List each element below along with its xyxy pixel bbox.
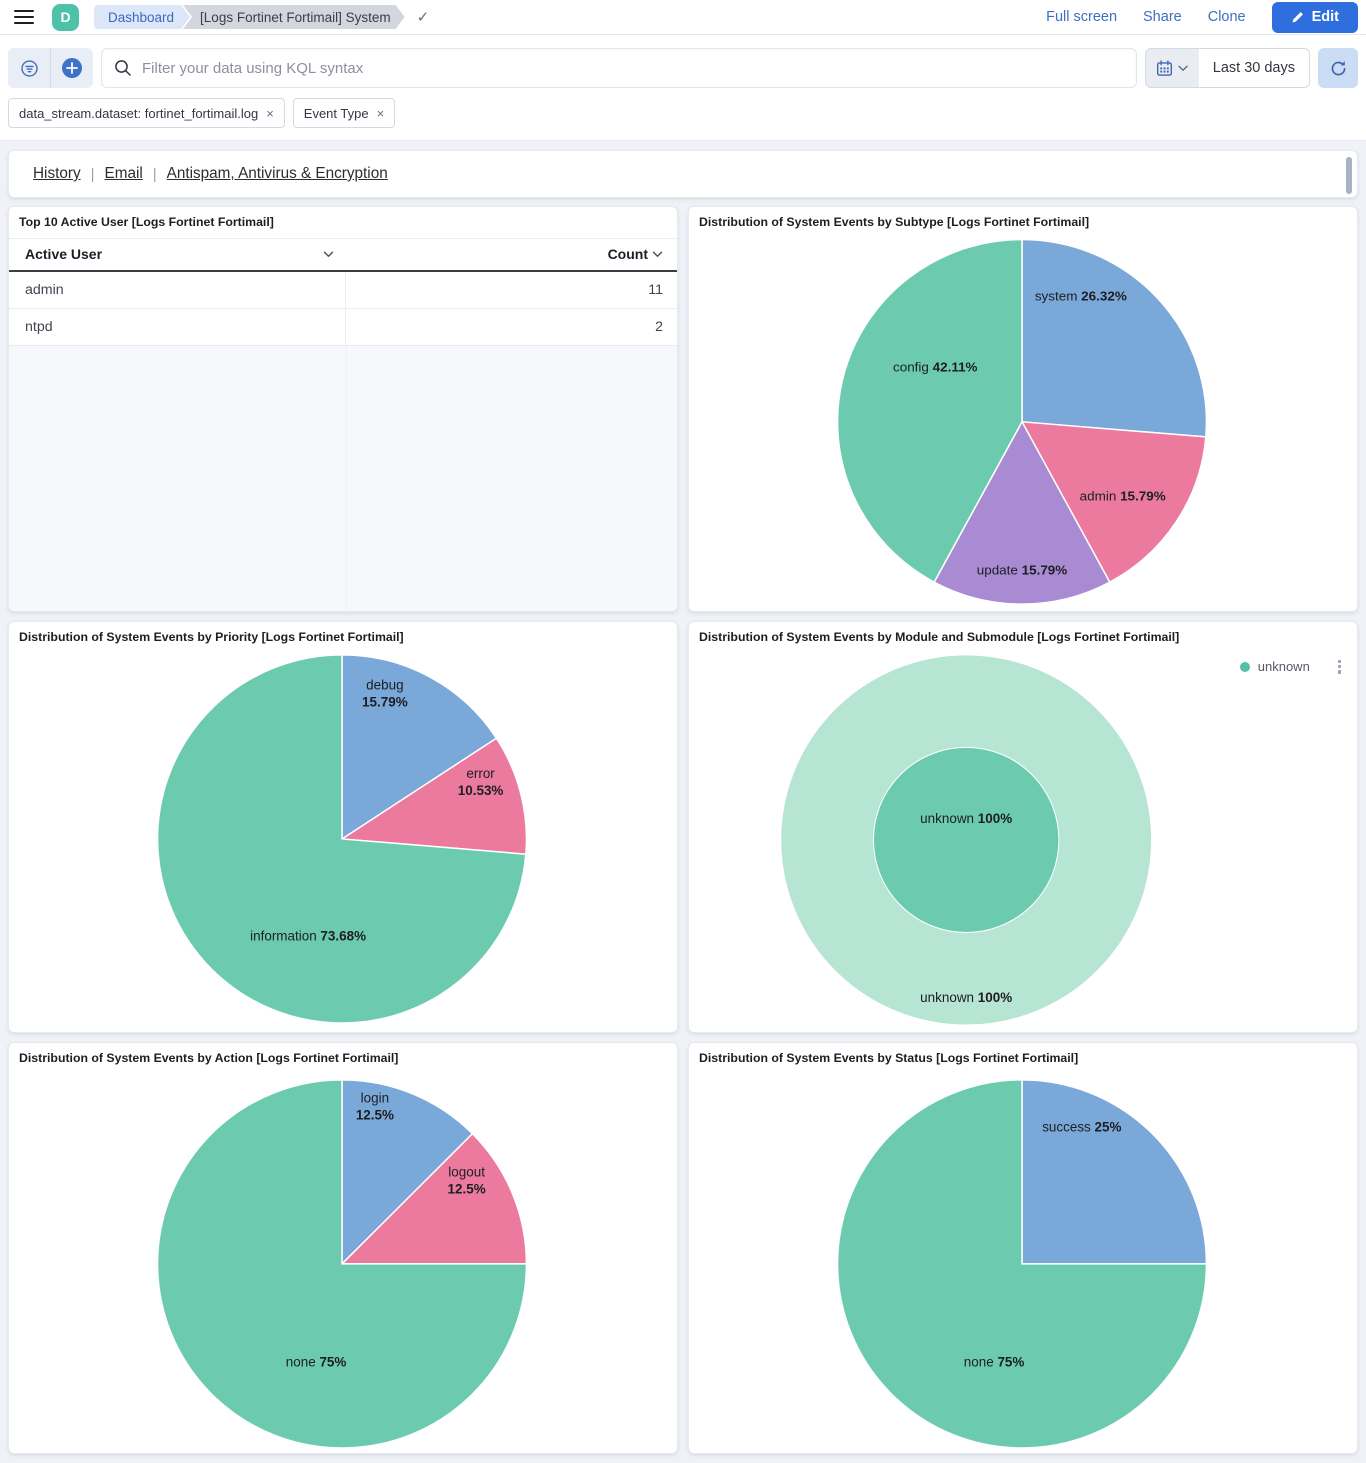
sunburst-ring-unknown[interactable] (873, 747, 1058, 932)
status-chart-svg: success 25% none 75% (689, 1043, 1357, 1453)
markdown-links-panel: History| Email| Antispam, Antivirus & En… (8, 150, 1358, 198)
panel-events-by-status: Distribution of System Events by Status … (688, 1042, 1358, 1454)
panel-title: Top 10 Active User [Logs Fortinet Fortim… (9, 207, 677, 236)
chevron-down-icon (1178, 65, 1188, 72)
pie-slice-system[interactable] (1022, 240, 1206, 437)
panel-title: Distribution of System Events by Status … (689, 1043, 1357, 1072)
legend-options-kebab-icon[interactable] (1336, 658, 1343, 676)
priority-pie-chart[interactable]: debug 15.79% error 10.53% information 73.68% (9, 622, 677, 1032)
chart-slice-label: update 15.79% (977, 563, 1068, 578)
plus-circle-icon (61, 57, 83, 79)
panel-events-by-subtype: Distribution of System Events by Subtype… (688, 206, 1358, 612)
chart-slice-label: unknown 100% (920, 811, 1012, 826)
kql-search-box (101, 48, 1137, 88)
refresh-button[interactable] (1318, 48, 1358, 88)
scrollbar-thumb[interactable] (1346, 157, 1352, 194)
add-filter-button[interactable] (51, 48, 93, 88)
legend-color-dot (1240, 662, 1250, 672)
top-navigation-bar: D Dashboard [Logs Fortinet Fortimail] Sy… (0, 0, 1366, 35)
chevron-down-icon[interactable] (652, 251, 663, 258)
search-icon (114, 59, 132, 77)
saved-check-icon: ✓ (417, 8, 430, 26)
link-antispam[interactable]: Antispam, Antivirus & Encryption (167, 165, 388, 183)
kql-search-input[interactable] (142, 60, 1124, 77)
remove-filter-icon[interactable]: × (377, 106, 385, 121)
panel-title: Distribution of System Events by Module … (689, 622, 1357, 651)
subtype-pie-chart[interactable]: system 26.32% admin 15.79% update 15.79% co… (689, 207, 1357, 611)
column-header-count[interactable]: Count (346, 246, 677, 262)
filter-pill-event-type[interactable]: Event Type× (293, 98, 395, 128)
action-chart-svg: login 12.5% logout 12.5% none 75% (9, 1043, 677, 1453)
panel-top-active-users: Top 10 Active User [Logs Fortinet Fortim… (8, 206, 678, 612)
chart-slice-label: 15.79% (362, 695, 408, 710)
chart-slice-label: none 75% (286, 1354, 347, 1369)
saved-query-filter-icon[interactable] (8, 48, 50, 88)
module-sunburst-chart[interactable]: unknown 100% unknown 100% (689, 622, 1357, 1032)
panel-title: Distribution of System Events by Subtype… (689, 207, 1357, 236)
chart-slice-label: success 25% (1042, 1120, 1121, 1135)
chart-slice-label: debug (366, 678, 403, 693)
table-row: ntpd 2 (9, 309, 677, 346)
action-pie-chart[interactable]: login 12.5% logout 12.5% none 75% (9, 1043, 677, 1453)
chart-slice-label: admin 15.79% (1080, 489, 1166, 504)
dashboard-content: History| Email| Antispam, Antivirus & En… (0, 141, 1366, 1463)
chart-slice-label: none 75% (964, 1354, 1025, 1369)
column-header-active-user[interactable]: Active User (9, 246, 346, 262)
edit-button[interactable]: Edit (1272, 2, 1358, 33)
filter-pills-row: data_stream.dataset: fortinet_fortimail.… (8, 98, 1358, 128)
full-screen-link[interactable]: Full screen (1046, 9, 1117, 25)
breadcrumb: Dashboard [Logs Fortinet Fortimail] Syst… (94, 5, 429, 29)
breadcrumb-current-page[interactable]: [Logs Fortinet Fortimail] System (183, 5, 405, 29)
module-chart-svg: unknown 100% unknown 100% (689, 622, 1357, 1032)
pie-slice-success[interactable] (1022, 1080, 1206, 1264)
table-empty-area (9, 346, 677, 611)
date-picker: Last 30 days (1145, 48, 1310, 88)
panel-title: Distribution of System Events by Action … (9, 1043, 677, 1072)
chevron-down-icon[interactable] (323, 251, 334, 258)
active-users-table: Active User Count admin 11 ntpd 2 (9, 238, 677, 611)
remove-filter-icon[interactable]: × (266, 106, 274, 121)
panel-events-by-action: Distribution of System Events by Action … (8, 1042, 678, 1454)
chart-slice-label: information 73.68% (250, 928, 366, 943)
filter-button-group (8, 48, 93, 88)
subtype-chart-svg: system 26.32% admin 15.79% update 15.79% co… (689, 207, 1357, 611)
link-history[interactable]: History (33, 165, 81, 183)
avatar[interactable]: D (52, 4, 79, 31)
chart-slice-label: 12.5% (448, 1181, 486, 1196)
panel-title: Distribution of System Events by Priorit… (9, 622, 677, 651)
refresh-icon (1330, 60, 1347, 77)
calendar-icon (1156, 60, 1173, 77)
time-range-label[interactable]: Last 30 days (1199, 49, 1309, 87)
chart-slice-label: config 42.11% (893, 360, 978, 375)
chart-slice-label: error (466, 766, 495, 781)
date-picker-calendar-button[interactable] (1146, 49, 1199, 87)
menu-hamburger-icon[interactable] (14, 10, 34, 24)
share-link[interactable]: Share (1143, 9, 1182, 25)
breadcrumb-dashboard[interactable]: Dashboard (94, 5, 190, 29)
chart-legend: unknown (1240, 658, 1343, 676)
chart-slice-label: logout (448, 1164, 485, 1179)
clone-link[interactable]: Clone (1208, 9, 1246, 25)
query-bar-section: Last 30 days data_stream.dataset: fortin… (0, 35, 1366, 141)
chart-slice-label: system 26.32% (1035, 289, 1127, 304)
chart-slice-label: 10.53% (458, 783, 504, 798)
status-pie-chart[interactable]: success 25% none 75% (689, 1043, 1357, 1453)
priority-chart-svg: debug 15.79% error 10.53% information 73.68% (9, 622, 677, 1032)
legend-item-unknown[interactable]: unknown (1258, 659, 1310, 674)
chart-slice-label: unknown 100% (920, 990, 1012, 1005)
filter-pill-dataset[interactable]: data_stream.dataset: fortinet_fortimail.… (8, 98, 285, 128)
table-row: admin 11 (9, 272, 677, 309)
panel-events-by-priority: Distribution of System Events by Priorit… (8, 621, 678, 1033)
chart-slice-label: login (361, 1091, 389, 1106)
link-email[interactable]: Email (105, 165, 143, 183)
chart-slice-label: 12.5% (356, 1108, 394, 1123)
pencil-icon (1291, 11, 1304, 24)
panel-events-by-module: Distribution of System Events by Module … (688, 621, 1358, 1033)
